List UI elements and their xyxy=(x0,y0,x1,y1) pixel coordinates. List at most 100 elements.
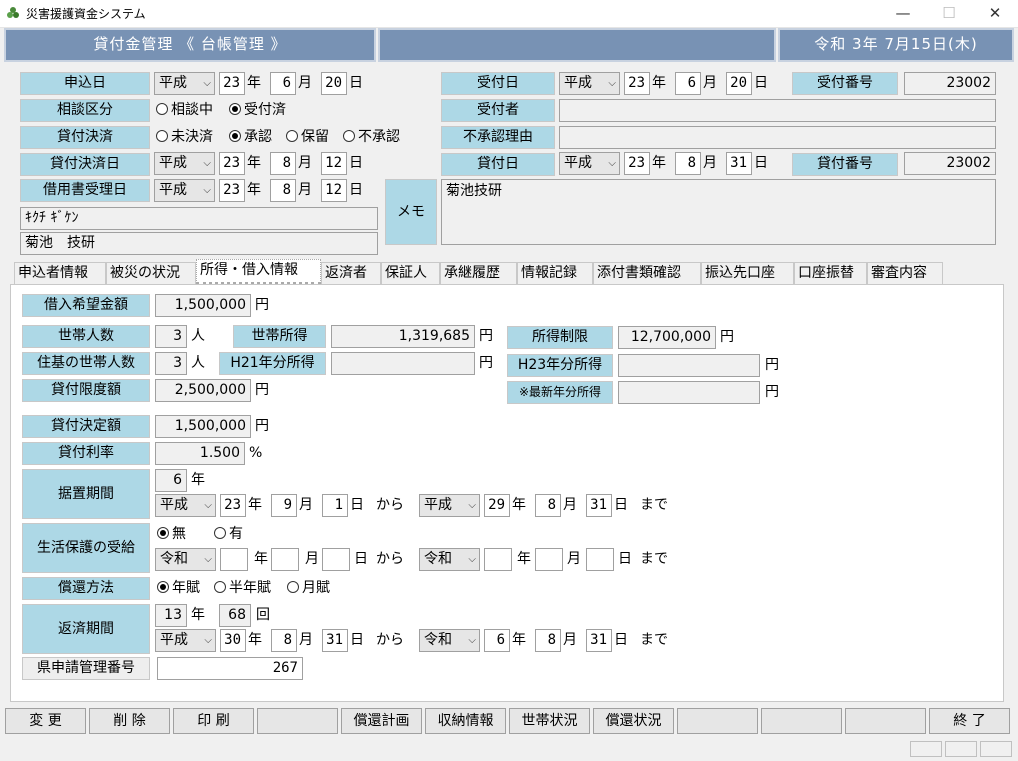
gendo-field[interactable]: 2,500,000 xyxy=(155,379,251,402)
kettei-radio-4[interactable]: 不承認 xyxy=(343,126,400,149)
seikatsu-radio-2[interactable]: 有 xyxy=(214,523,243,546)
moushikomi-month[interactable]: 6 xyxy=(270,72,296,95)
h21-field[interactable] xyxy=(331,352,475,375)
tab-9[interactable]: 口座振替 xyxy=(794,262,867,284)
seikatsu-from-era-select[interactable]: 令和 ⌵ xyxy=(155,548,216,571)
action-button-3[interactable] xyxy=(257,708,338,734)
uketsuke-day[interactable]: 20 xyxy=(726,72,752,95)
tab-10[interactable]: 審査内容 xyxy=(867,262,943,284)
ken-field[interactable]: 267 xyxy=(157,657,303,680)
shakuyo-day[interactable]: 12 xyxy=(321,179,347,202)
kashitsuke-day[interactable]: 31 xyxy=(726,152,752,175)
action-button-4[interactable]: 償還計画 xyxy=(341,708,422,734)
h23-field[interactable] xyxy=(618,354,760,377)
tab-2[interactable]: 所得・借入情報 xyxy=(196,259,321,285)
ketteibi-month[interactable]: 8 xyxy=(270,152,296,175)
ketteibi-year[interactable]: 23 xyxy=(219,152,245,175)
hensai-kai-field[interactable]: 68 xyxy=(219,604,251,627)
maximize-icon[interactable]: ☐ xyxy=(926,0,972,28)
moushikomi-era-select[interactable]: 平成 ⌵ xyxy=(154,72,215,95)
hensai-to-year[interactable]: 6 xyxy=(484,629,510,652)
uketsuke-era-select[interactable]: 平成 ⌵ xyxy=(559,72,620,95)
hensai-from-month[interactable]: 8 xyxy=(271,629,297,652)
kashitsuke-year[interactable]: 23 xyxy=(624,152,650,175)
soudan-radio-1[interactable]: 相談中 xyxy=(156,99,213,122)
sueoki-to-year[interactable]: 29 xyxy=(484,494,510,517)
sueoki-nen-field[interactable]: 6 xyxy=(155,469,187,492)
name-field[interactable]: 菊池 技研 xyxy=(20,232,378,255)
memo-field[interactable]: 菊池技研 xyxy=(441,179,996,245)
hensai-nen-field[interactable]: 13 xyxy=(155,604,187,627)
kashitsuke-era-select[interactable]: 平成 ⌵ xyxy=(559,152,620,175)
hensai-from-day[interactable]: 31 xyxy=(322,629,348,652)
seikatsu-from-year[interactable] xyxy=(220,548,248,571)
kashitsuke-no-field[interactable]: 23002 xyxy=(904,152,996,175)
seikatsu-to-year[interactable] xyxy=(484,548,512,571)
uketsuke-no-field[interactable]: 23002 xyxy=(904,72,996,95)
action-button-5[interactable]: 収納情報 xyxy=(425,708,506,734)
uketsukesha-field[interactable] xyxy=(559,99,996,122)
seikatsu-from-month[interactable] xyxy=(271,548,299,571)
name-kana-field[interactable]: ｷｸﾁ ｷﾞｹﾝ xyxy=(20,207,378,230)
sueoki-from-year[interactable]: 23 xyxy=(220,494,246,517)
action-button-10[interactable] xyxy=(845,708,926,734)
setai-field[interactable]: 3 xyxy=(155,325,187,348)
juuki-field[interactable]: 3 xyxy=(155,352,187,375)
kettei-radio-2[interactable]: 承認 xyxy=(229,126,272,149)
shokan-radio-2[interactable]: 半年賦 xyxy=(214,577,271,600)
close-icon[interactable]: ✕ xyxy=(972,0,1018,28)
action-button-1[interactable]: 削 除 xyxy=(89,708,170,734)
shakuyo-year[interactable]: 23 xyxy=(219,179,245,202)
kettei-radio-1[interactable]: 未決済 xyxy=(156,126,213,149)
sueoki-from-month[interactable]: 9 xyxy=(271,494,297,517)
seikatsu-to-month[interactable] xyxy=(535,548,563,571)
hensai-from-era-select[interactable]: 平成 ⌵ xyxy=(155,629,216,652)
hensai-to-era-select[interactable]: 令和 ⌵ xyxy=(419,629,480,652)
sueoki-from-era-select[interactable]: 平成 ⌵ xyxy=(155,494,216,517)
kibou-field[interactable]: 1,500,000 xyxy=(155,294,251,317)
seikatsu-radio-1[interactable]: 無 xyxy=(157,523,186,546)
ketteibi-day[interactable]: 12 xyxy=(321,152,347,175)
ketteigaku-field[interactable]: 1,500,000 xyxy=(155,415,251,438)
tab-1[interactable]: 被災の状況 xyxy=(106,262,196,284)
tab-6[interactable]: 情報記録 xyxy=(517,262,593,284)
uketsuke-year[interactable]: 23 xyxy=(624,72,650,95)
action-button-11[interactable]: 終 了 xyxy=(929,708,1010,734)
shokan-radio-3[interactable]: 月賦 xyxy=(287,577,330,600)
moushikomi-day[interactable]: 20 xyxy=(321,72,347,95)
hensai-to-month[interactable]: 8 xyxy=(535,629,561,652)
tab-3[interactable]: 返済者 xyxy=(321,262,381,284)
riritsu-field[interactable]: 1.500 xyxy=(155,442,245,465)
tab-5[interactable]: 承継履歴 xyxy=(440,262,517,284)
shokan-radio-1[interactable]: 年賦 xyxy=(157,577,200,600)
minimize-icon[interactable]: — xyxy=(880,0,926,28)
moushikomi-year[interactable]: 23 xyxy=(219,72,245,95)
hensai-to-day[interactable]: 31 xyxy=(586,629,612,652)
action-button-2[interactable]: 印 刷 xyxy=(173,708,254,734)
shakuyo-era-select[interactable]: 平成 ⌵ xyxy=(154,179,215,202)
hensai-from-year[interactable]: 30 xyxy=(220,629,246,652)
action-button-6[interactable]: 世帯状況 xyxy=(509,708,590,734)
tab-7[interactable]: 添付書類確認 xyxy=(593,262,701,284)
tab-8[interactable]: 振込先口座 xyxy=(701,262,794,284)
sueoki-to-day[interactable]: 31 xyxy=(586,494,612,517)
kashitsuke-month[interactable]: 8 xyxy=(675,152,701,175)
action-button-9[interactable] xyxy=(761,708,842,734)
kettei-radio-3[interactable]: 保留 xyxy=(286,126,329,149)
action-button-7[interactable]: 償還状況 xyxy=(593,708,674,734)
ketteibi-era-select[interactable]: 平成 ⌵ xyxy=(154,152,215,175)
tab-4[interactable]: 保証人 xyxy=(381,262,440,284)
seigen-field[interactable]: 12,700,000 xyxy=(618,326,716,349)
shotoku-field[interactable]: 1,319,685 xyxy=(331,325,475,348)
sueoki-from-day[interactable]: 1 xyxy=(322,494,348,517)
seikatsu-to-day[interactable] xyxy=(586,548,614,571)
soudan-radio-2[interactable]: 受付済 xyxy=(229,99,286,122)
sueoki-to-era-select[interactable]: 平成 ⌵ xyxy=(419,494,480,517)
seikatsu-to-era-select[interactable]: 令和 ⌵ xyxy=(419,548,480,571)
fushonin-field[interactable] xyxy=(559,126,996,149)
action-button-0[interactable]: 変 更 xyxy=(5,708,86,734)
action-button-8[interactable] xyxy=(677,708,758,734)
shakuyo-month[interactable]: 8 xyxy=(270,179,296,202)
tab-0[interactable]: 申込者情報 xyxy=(14,262,106,284)
saishin-field[interactable] xyxy=(618,381,760,404)
